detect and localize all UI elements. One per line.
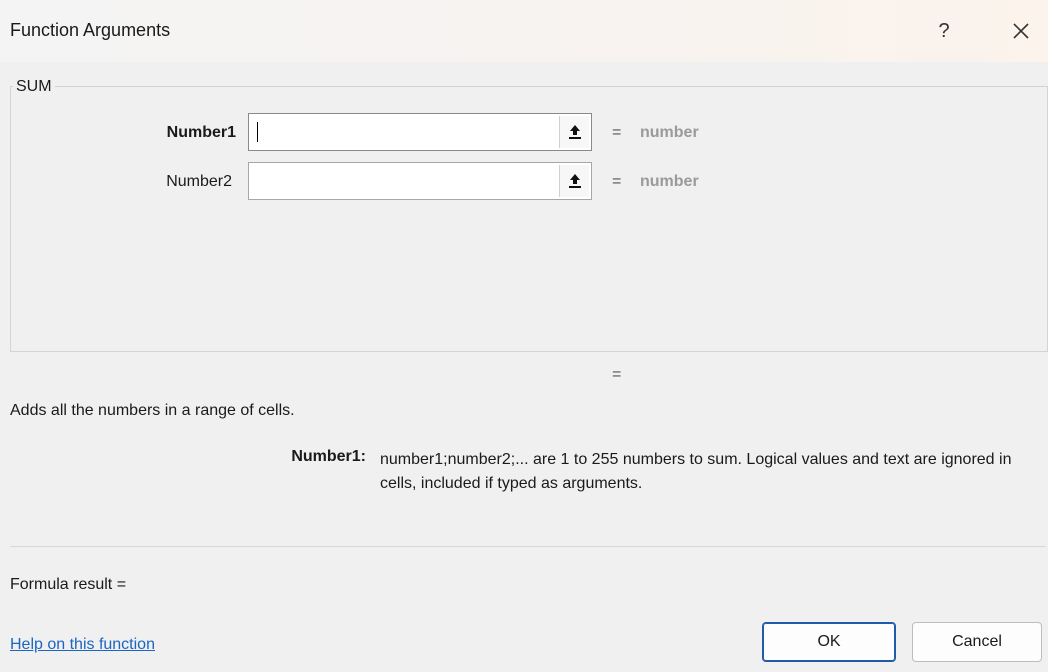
number2-input[interactable] <box>248 162 592 200</box>
arg-equals-sign: = <box>612 124 622 141</box>
function-name-label: SUM <box>13 78 55 96</box>
help-argument-name: Number1: <box>291 448 366 465</box>
title-bar: Function Arguments ? <box>0 0 1048 62</box>
number2-range-select-button[interactable] <box>559 165 589 197</box>
function-description: Adds all the numbers in a range of cells… <box>10 402 295 419</box>
arg-label-number2: Number2 <box>166 173 232 190</box>
ok-button[interactable]: OK <box>762 622 896 662</box>
arg-label-number1: Number1 <box>166 124 236 141</box>
collapse-dialog-icon <box>568 125 581 139</box>
function-result-equals: = <box>612 366 622 383</box>
arg-equals-sign: = <box>612 173 622 190</box>
number1-result-hint: number <box>640 124 699 141</box>
number1-range-select-button[interactable] <box>559 116 589 148</box>
cancel-button[interactable]: Cancel <box>912 622 1042 662</box>
close-icon <box>1013 23 1029 39</box>
collapse-dialog-icon <box>568 174 581 188</box>
help-on-function-link[interactable]: Help on this function <box>10 636 155 654</box>
text-caret <box>257 122 258 142</box>
number1-input[interactable] <box>248 113 592 151</box>
help-button[interactable]: ? <box>930 16 958 46</box>
close-button[interactable] <box>1004 16 1038 46</box>
number2-result-hint: number <box>640 173 699 190</box>
divider <box>10 546 1046 547</box>
dialog-title: Function Arguments <box>10 20 171 40</box>
help-argument-text: number1;number2;... are 1 to 255 numbers… <box>380 451 1012 492</box>
formula-result-label: Formula result = <box>10 576 127 593</box>
